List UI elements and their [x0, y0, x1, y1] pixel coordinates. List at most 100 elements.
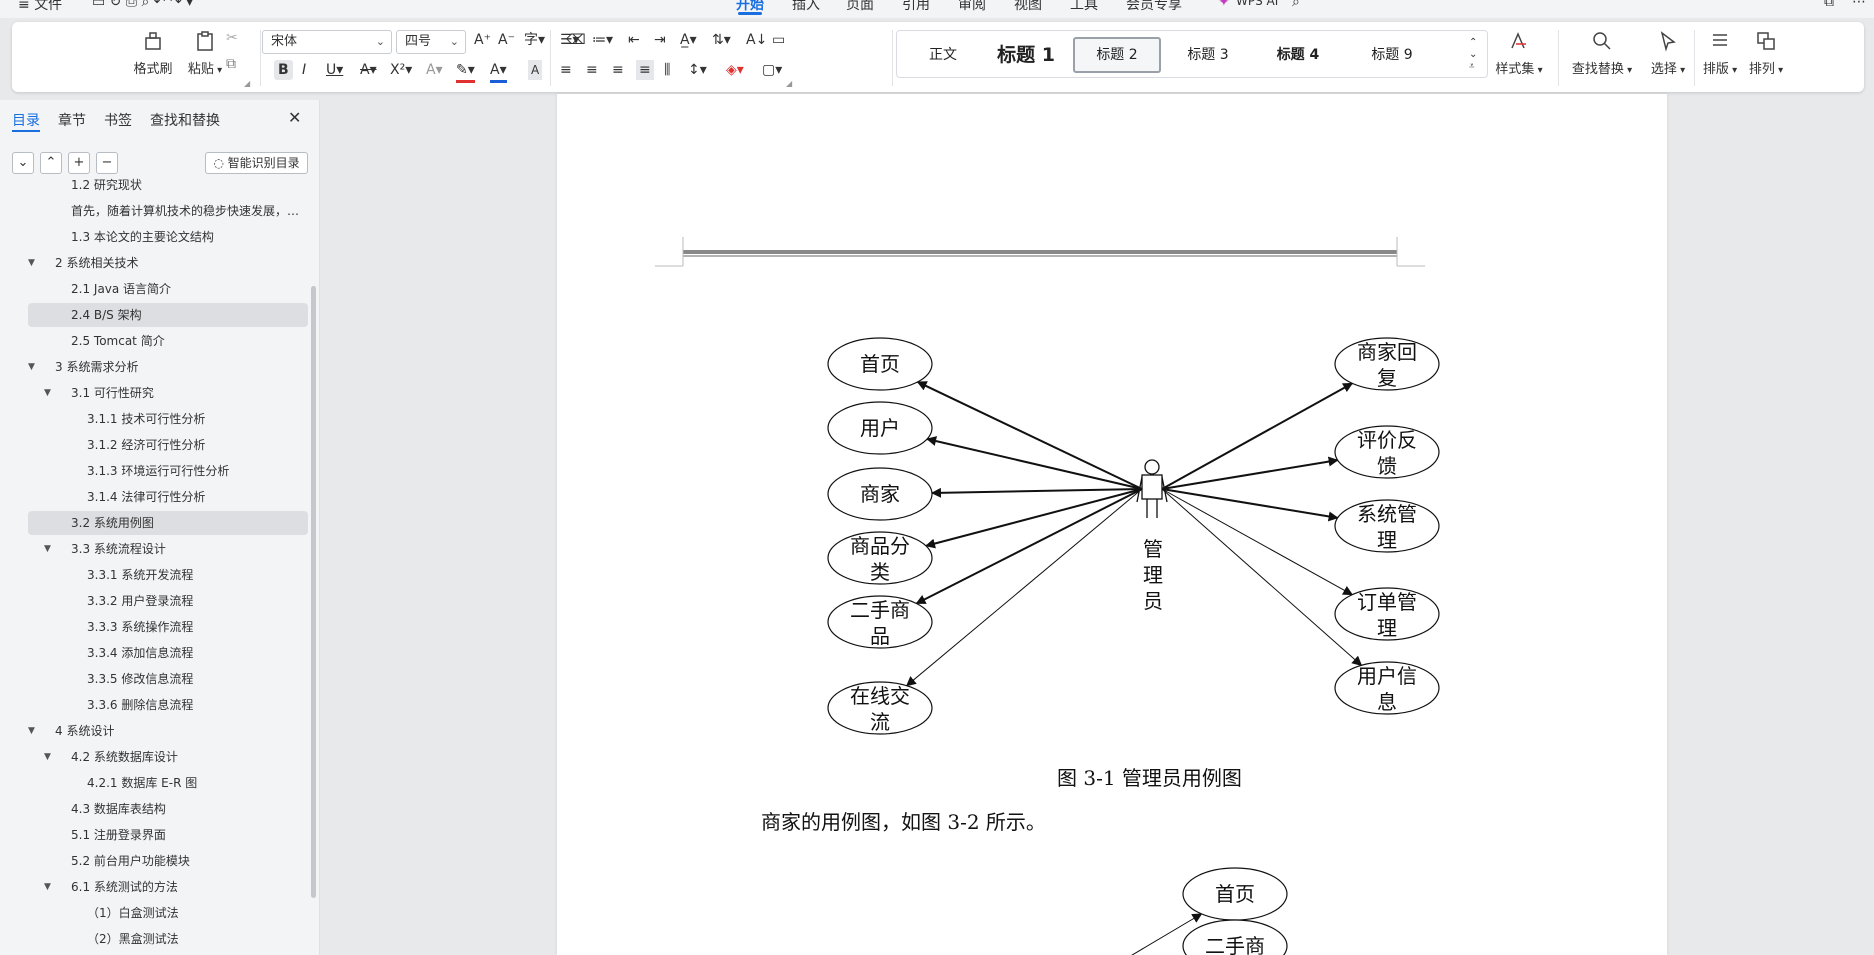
borders-icon[interactable]: ▢▾ — [762, 60, 782, 80]
toc-item[interactable]: 3.3.2 用户登录流程 — [28, 589, 308, 613]
bullets-icon[interactable]: ☰▾ — [560, 30, 580, 50]
align-left-icon[interactable]: ≡ — [560, 60, 572, 80]
style-heading-2[interactable]: 标题 2 — [1073, 37, 1161, 73]
search-icon[interactable]: ⌕ — [1292, 0, 1300, 10]
style-normal[interactable]: 正文 — [903, 37, 983, 73]
toc-item[interactable]: 2.1 Java 语言简介 — [28, 277, 308, 301]
collapse-all-button[interactable]: ⌄ — [12, 152, 34, 174]
tab-insert[interactable]: 插入 — [792, 0, 820, 14]
select-button[interactable]: 选择 ▾ — [1642, 30, 1694, 77]
style-heading-1[interactable]: 标题 1 — [983, 37, 1069, 73]
file-menu[interactable]: ≡ 文件 — [18, 0, 62, 14]
toc-item[interactable]: 3.1.4 法律可行性分析 — [28, 485, 308, 509]
toc-item[interactable]: （1）白盒测试法 — [28, 901, 308, 925]
toc-item[interactable]: 首先，随着计算机技术的稳步快速发展，各 ... — [28, 199, 308, 223]
show-marks-icon[interactable]: ▭ — [772, 30, 785, 50]
nav-scrollbar[interactable] — [311, 286, 316, 898]
italic-icon[interactable]: I — [302, 60, 306, 80]
align-center-icon[interactable]: ≡ — [586, 60, 598, 80]
style-set-button[interactable]: 样式集 ▾ — [1490, 30, 1548, 77]
toc-item[interactable]: ▼ 3.3 系统流程设计 — [28, 537, 308, 561]
tab-tools[interactable]: 工具 — [1070, 0, 1098, 14]
toc-item[interactable]: 3.3.4 添加信息流程 — [28, 641, 308, 665]
shrink-font-icon[interactable]: A⁻ — [498, 30, 515, 50]
toc-item[interactable]: 3.3.6 删除信息流程 — [28, 693, 308, 717]
expand-triangle-icon[interactable]: ▼ — [44, 875, 51, 899]
more-icon[interactable]: ⋯ — [1852, 0, 1866, 10]
tab-member[interactable]: 会员专享 — [1126, 0, 1182, 14]
wps-ai-label[interactable]: WPS AI — [1236, 0, 1278, 8]
quick-access-icons[interactable]: ▭ ↻ ⎙ ⌕ ↶ ↷ ▾ — [92, 0, 193, 10]
underline-icon[interactable]: U▾ — [326, 60, 343, 80]
add-toc-item-button[interactable]: + — [68, 152, 90, 174]
expand-triangle-icon[interactable]: ▼ — [44, 381, 51, 405]
bold-icon[interactable]: B — [274, 60, 293, 80]
tab-review[interactable]: 审阅 — [958, 0, 986, 14]
document-page[interactable]: 管 理 员 首页 用户 商家 商品分类二手商品在线交流商家回复评价反馈系统管理订单管理… — [557, 94, 1667, 955]
toc-item[interactable]: 4.3 数据库表结构 — [28, 797, 308, 821]
style-heading-9[interactable]: 标题 9 — [1347, 37, 1437, 73]
expand-triangle-icon[interactable]: ▼ — [28, 251, 35, 275]
expand-triangle-icon[interactable]: ▼ — [28, 719, 35, 743]
toc-item[interactable]: 3.3.1 系统开发流程 — [28, 563, 308, 587]
toc-item[interactable]: ▼ 4.2 系统数据库设计 — [28, 745, 308, 769]
toc-item[interactable]: 2.4 B/S 架构 — [28, 303, 308, 327]
toc-item[interactable]: 3.1.1 技术可行性分析 — [28, 407, 308, 431]
toc-item[interactable]: ▼ 3.1 可行性研究 — [28, 381, 308, 405]
decrease-indent-icon[interactable]: ⇤ — [628, 30, 640, 50]
font-name-select[interactable]: 宋体 ⌄ — [262, 30, 392, 54]
toc-item[interactable]: 5.2 前台用户功能模块 — [28, 849, 308, 873]
numbering-icon[interactable]: ≔▾ — [592, 30, 613, 50]
close-icon[interactable]: ✕ — [288, 108, 301, 127]
toc-item[interactable]: 4.2.1 数据库 E-R 图 — [28, 771, 308, 795]
strikethrough-icon[interactable]: A▾ — [360, 60, 377, 80]
toc-item[interactable]: 3.3.5 修改信息流程 — [28, 667, 308, 691]
toc-item[interactable]: 2.5 Tomcat 简介 — [28, 329, 308, 353]
share-icon[interactable]: ⧉ — [1824, 0, 1834, 10]
toc-item[interactable]: 3.1.2 经济可行性分析 — [28, 433, 308, 457]
tab-reference[interactable]: 引用 — [902, 0, 930, 14]
distributed-icon[interactable]: ⫼ — [664, 60, 670, 80]
grow-font-icon[interactable]: A⁺ — [474, 30, 491, 50]
increase-indent-icon[interactable]: ⇥ — [654, 30, 666, 50]
copy-icon[interactable]: ⧉ — [226, 54, 236, 74]
smart-toc-button[interactable]: ◌ 智能识别目录 — [205, 152, 308, 174]
format-painter-button[interactable]: 格式刷 — [128, 30, 178, 77]
expand-triangle-icon[interactable]: ▼ — [44, 745, 51, 769]
toc-item[interactable]: 1.3 本论文的主要论文结构 — [28, 225, 308, 249]
remove-toc-item-button[interactable]: − — [96, 152, 118, 174]
text-effect-icon[interactable]: A▾ — [426, 60, 443, 80]
font-color-icon[interactable]: A▾ — [490, 60, 507, 83]
toc-item[interactable]: ▼ 4 系统设计 — [28, 719, 308, 743]
justify-icon[interactable]: ≡ — [636, 60, 654, 80]
sort-icon[interactable]: ⇅▾ — [712, 30, 731, 50]
paragraph-expand-icon[interactable]: ◢ — [786, 74, 792, 94]
text-direction-icon[interactable]: A̲▾ — [680, 30, 697, 50]
find-replace-button[interactable]: 查找替换 ▾ — [1560, 30, 1644, 77]
expand-triangle-icon[interactable]: ▼ — [28, 355, 35, 379]
tab-chapters[interactable]: 章节 — [58, 110, 86, 130]
toc-item[interactable]: （2）黑盒测试法 — [28, 927, 308, 951]
paste-button[interactable]: 粘贴 ▾ — [178, 30, 232, 77]
tab-page[interactable]: 页面 — [846, 0, 874, 14]
style-heading-4[interactable]: 标题 4 — [1253, 37, 1343, 73]
toc-item[interactable]: 3.1.3 环境运行可行性分析 — [28, 459, 308, 483]
toc-item[interactable]: 3.3.3 系统操作流程 — [28, 615, 308, 639]
tab-find-replace[interactable]: 查找和替换 — [150, 110, 220, 130]
font-size-select[interactable]: 四号 ⌄ — [396, 30, 466, 54]
sort-az-icon[interactable]: A↓ — [746, 30, 767, 50]
style-heading-3[interactable]: 标题 3 — [1165, 37, 1251, 73]
wps-ai-icon[interactable]: ✦ — [1218, 0, 1230, 10]
shading-icon[interactable]: ◈▾ — [726, 60, 744, 80]
tab-view[interactable]: 视图 — [1014, 0, 1042, 14]
layout-button[interactable]: 排版 ▾ — [1698, 30, 1742, 77]
expand-triangle-icon[interactable]: ▼ — [44, 537, 51, 561]
superscript-icon[interactable]: X²▾ — [390, 60, 412, 80]
char-shading-icon[interactable]: A — [528, 60, 543, 80]
expand-up-button[interactable]: ⌃ — [40, 152, 62, 174]
tab-toc[interactable]: 目录 — [12, 110, 40, 130]
line-spacing-icon[interactable]: ↕▾ — [688, 60, 707, 80]
toc-item[interactable]: 1.2 研究现状 — [28, 173, 308, 197]
toc-item[interactable]: ▼ 3 系统需求分析 — [28, 355, 308, 379]
toc-item[interactable]: 5.1 注册登录界面 — [28, 823, 308, 847]
